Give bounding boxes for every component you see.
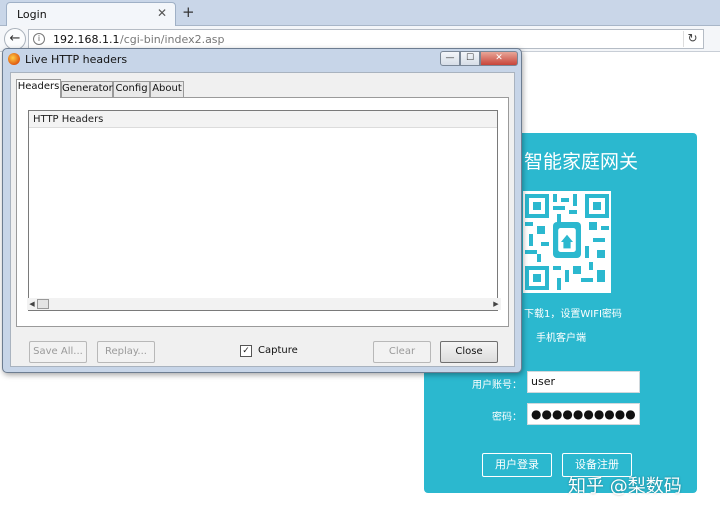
minimize-icon[interactable]: — [440,51,460,66]
new-tab-button[interactable]: + [182,3,195,21]
password-label: 密码： [492,412,522,423]
tab-generator[interactable]: Generator [61,81,113,97]
password-input[interactable]: ●●●●●●●●●● [527,403,640,425]
http-headers-column-header[interactable]: HTTP Headers [29,111,497,128]
url-host: 192.168.1.1 [53,33,120,46]
dialog-body: Headers Generator Config About HTTP Head… [10,72,515,367]
browser-tab-login[interactable]: Login ✕ [6,2,176,26]
save-all-button[interactable]: Save All... [29,341,87,363]
capture-label: Capture [258,345,298,356]
url-path: /cgi-bin/index2.asp [120,33,225,46]
mobile-client-label: 手机客户端 [536,333,586,344]
capture-checkbox[interactable]: ✓ [240,345,252,357]
scroll-thumb[interactable] [37,299,49,309]
clear-button[interactable]: Clear [373,341,431,363]
user-login-button[interactable]: 用户登录 [482,453,552,477]
maximize-icon[interactable]: ☐ [460,51,480,66]
window-close-icon[interactable]: ✕ [480,51,518,66]
replay-button[interactable]: Replay... [97,341,155,363]
scroll-right-icon[interactable]: ▶ [491,298,501,310]
browser-tabstrip: Login ✕ + [0,0,720,26]
tab-headers[interactable]: Headers [16,79,61,98]
tab-about[interactable]: About [150,81,184,97]
tab-close-icon[interactable]: ✕ [157,6,167,20]
qr-hint-text: 下载1，设置WIFI密码 [524,309,622,320]
firefox-icon [8,53,20,65]
router-title: 智能家庭网关 [524,151,639,173]
username-input[interactable]: user [527,371,640,393]
scroll-left-icon[interactable]: ◀ [27,298,37,310]
reload-icon[interactable]: ↻ [683,31,701,47]
http-headers-list[interactable]: HTTP Headers [28,110,498,311]
info-icon[interactable]: i [33,33,45,45]
window-title: Live HTTP headers [25,53,128,66]
back-icon[interactable]: ← [4,28,26,50]
tab-config[interactable]: Config [113,81,150,97]
window-titlebar[interactable]: Live HTTP headers — ☐ ✕ [3,49,521,69]
live-http-headers-window: Live HTTP headers — ☐ ✕ Headers Generato… [2,48,522,373]
qr-code [523,191,611,293]
username-label: 用户账号： [472,380,522,391]
horizontal-scrollbar[interactable]: ◀ ▶ [27,298,501,310]
qr-code-icon [525,194,609,290]
close-button[interactable]: Close [440,341,498,363]
tab-title: Login [17,8,47,21]
zhihu-watermark: 知乎 @梨数码 [568,476,682,497]
headers-tab-panel: HTTP Headers [16,97,509,327]
address-bar[interactable]: i 192.168.1.1 /cgi-bin/index2.asp ↻ [28,29,704,49]
